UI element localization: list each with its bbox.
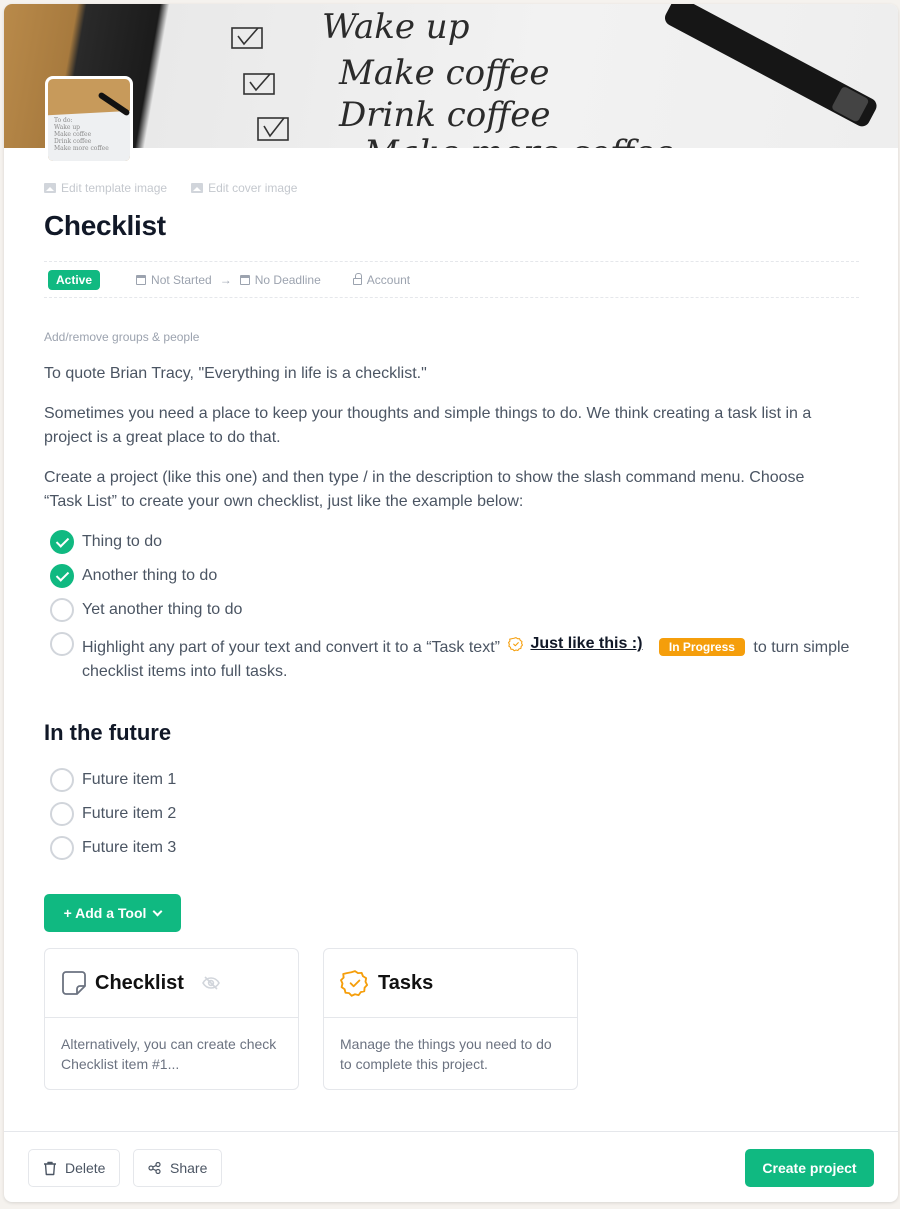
page-title[interactable]: Checklist (44, 210, 166, 242)
inline-task-link[interactable]: Just like this :) (530, 632, 642, 656)
tool-card-description-line: Alternatively, you can create check (61, 1036, 277, 1052)
checklist-item: Thing to do (50, 530, 870, 554)
cover-text-line: Make more coffee (363, 133, 674, 148)
badge-check-icon (340, 970, 369, 997)
checkbox-unchecked[interactable] (50, 802, 74, 826)
account-label: Account (366, 272, 411, 287)
thumbnail-lines: To do: Wake up Make coffee Drink coffee … (54, 117, 109, 152)
status-badge[interactable]: Active (48, 269, 101, 290)
image-icon (191, 183, 204, 193)
lock-icon (352, 273, 362, 285)
share-icon (148, 1162, 161, 1174)
checklist-item-text[interactable]: Future item 2 (82, 802, 870, 826)
checkbox-checked[interactable] (50, 530, 74, 554)
tool-card-header: Checklist (45, 949, 298, 1018)
arrow-right-icon: → (219, 272, 232, 287)
account-access[interactable]: Account (352, 272, 411, 287)
edit-cover-image-link[interactable]: Edit cover image (191, 181, 297, 195)
add-tool-label: + Add a Tool (63, 905, 147, 921)
delete-label: Delete (65, 1160, 106, 1176)
cover-checkbox (257, 117, 289, 141)
start-date[interactable]: Not Started (136, 273, 212, 287)
cover-text-line: Drink coffee (338, 95, 551, 135)
tool-card-title: Checklist (95, 971, 184, 994)
deadline-date[interactable]: No Deadline (239, 272, 321, 287)
checkbox-unchecked[interactable] (50, 768, 74, 792)
badge-check-icon (508, 637, 524, 652)
checklist-item: Highlight any part of your text and conv… (50, 632, 870, 684)
checklist-item-text[interactable]: Another thing to do (82, 564, 870, 588)
thumbnail-line: Drink coffee (54, 138, 92, 145)
share-button[interactable]: Share (133, 1149, 223, 1187)
section-heading-future[interactable]: In the future (44, 720, 171, 746)
tool-card-description: Alternatively, you can create check Chec… (45, 1018, 298, 1090)
description[interactable]: To quote Brian Tracy, "Everything in lif… (44, 362, 844, 530)
template-thumbnail[interactable]: To do: Wake up Make coffee Drink coffee … (45, 76, 133, 164)
cover-image: Wake up Make coffee Drink coffee Make mo… (4, 4, 898, 148)
image-icon (44, 183, 56, 193)
checklist-item-text[interactable]: Future item 1 (82, 768, 870, 792)
checkbox-unchecked[interactable] (50, 836, 74, 860)
edit-template-image-label: Edit template image (61, 181, 168, 195)
deadline-label: No Deadline (254, 272, 321, 287)
checklist-item: Future item 3 (50, 836, 870, 860)
footer-bar: Delete Share Create project (4, 1131, 898, 1202)
tool-card-title: Tasks (378, 971, 434, 994)
add-remove-groups-link[interactable]: Add/remove groups & people (44, 330, 199, 344)
cover-illustration: Wake up Make coffee Drink coffee Make mo… (231, 4, 877, 148)
checklist-item-text[interactable]: Highlight any part of your text and conv… (82, 632, 870, 684)
calendar-icon (239, 274, 250, 285)
create-project-button[interactable]: Create project (745, 1149, 874, 1187)
description-paragraph: Sometimes you need a place to keep your … (44, 405, 812, 446)
description-paragraph: Create a project (like this one) and the… (44, 469, 805, 510)
checklist-item-text[interactable]: Yet another thing to do (82, 598, 870, 622)
thumbnail-line: Make coffee (54, 131, 92, 138)
thumbnail-line: To do: (54, 117, 73, 124)
in-progress-badge[interactable]: In Progress (658, 638, 745, 656)
thumbnail-line: Wake up (54, 124, 81, 131)
highlight-text-before: Highlight any part of your text and conv… (82, 639, 500, 656)
cover-checkbox (231, 27, 263, 49)
project-meta-bar: Active Not Started → No Deadline Account (44, 261, 859, 298)
note-icon (62, 971, 86, 995)
delete-button[interactable]: Delete (28, 1149, 121, 1187)
cover-marker-pen (665, 4, 877, 127)
cover-text-line: Wake up (322, 7, 469, 47)
chevron-down-icon (152, 906, 163, 916)
image-edit-links: Edit template image Edit cover image (44, 181, 297, 195)
tool-card-tasks[interactable]: Tasks Manage the things you need to do t… (323, 948, 578, 1090)
edit-template-image-link[interactable]: Edit template image (44, 181, 167, 195)
start-date-label: Not Started (151, 272, 212, 287)
checklist: Thing to do Another thing to do Yet anot… (50, 530, 870, 694)
share-label: Share (170, 1160, 208, 1176)
description-paragraph: To quote Brian Tracy, "Everything in lif… (44, 365, 427, 382)
project-template-card: Wake up Make coffee Drink coffee Make mo… (4, 4, 898, 1202)
checkbox-checked[interactable] (50, 564, 74, 588)
add-tool-button[interactable]: + Add a Tool (44, 894, 181, 932)
future-checklist: Future item 1 Future item 2 Future item … (50, 768, 870, 870)
eye-off-icon[interactable] (202, 976, 220, 990)
cover-checkbox (243, 73, 275, 95)
thumbnail-line: Make more coffee (54, 145, 109, 152)
checkbox-unchecked[interactable] (50, 632, 74, 656)
checklist-item: Future item 1 (50, 768, 870, 792)
tool-card-description: Manage the things you need to do to comp… (340, 1036, 552, 1072)
checklist-item: Yet another thing to do (50, 598, 870, 622)
inline-task[interactable]: Just like this :) (508, 632, 642, 656)
checklist-item-text[interactable]: Thing to do (82, 530, 870, 554)
edit-cover-image-label: Edit cover image (208, 181, 298, 195)
checklist-item-text[interactable]: Future item 3 (82, 836, 870, 860)
trash-icon (44, 1161, 56, 1175)
tool-card-header: Tasks (324, 949, 577, 1018)
tool-card-description-line: Checklist item #1... (61, 1056, 180, 1072)
cover-text-line: Make coffee (338, 53, 549, 93)
checklist-item: Another thing to do (50, 564, 870, 588)
checkbox-unchecked[interactable] (50, 598, 74, 622)
tool-card-checklist[interactable]: Checklist Alternatively, you can create … (44, 948, 299, 1090)
checklist-item: Future item 2 (50, 802, 870, 826)
calendar-icon (136, 274, 147, 285)
